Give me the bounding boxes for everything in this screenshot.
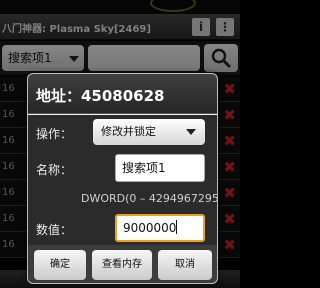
value-field[interactable]: 9000000 — [115, 214, 205, 242]
value-label: 数值： — [36, 223, 73, 237]
cancel-button[interactable]: 取消 — [158, 250, 212, 280]
ok-button[interactable]: 确定 — [34, 250, 86, 280]
edit-address-dialog: 地址：45080628 操作： 修改并锁定 名称： 搜索项1 DWORD(0 –… — [27, 73, 218, 284]
value-field-value: 9000000 — [123, 221, 177, 235]
dialog-header: 地址：45080628 — [28, 74, 217, 114]
name-field-value: 搜索项1 — [122, 161, 166, 175]
view-memory-button[interactable]: 查看内存 — [92, 250, 152, 280]
operation-value: 修改并锁定 — [101, 125, 156, 138]
name-label: 名称： — [36, 163, 73, 177]
text-caret — [176, 220, 178, 234]
operation-label: 操作： — [36, 127, 73, 141]
operation-select[interactable]: 修改并锁定 — [93, 119, 205, 145]
dialog-button-bar: 确定 查看内存 取消 — [28, 245, 217, 283]
name-field[interactable]: 搜索项1 — [115, 154, 205, 182]
dialog-body: 操作： 修改并锁定 名称： 搜索项1 DWORD(0 – 4294967295)… — [28, 115, 218, 245]
dialog-title: 地址：45080628 — [36, 87, 165, 105]
type-range-hint: DWORD(0 – 4294967295) — [81, 192, 218, 205]
chevron-down-icon — [186, 129, 196, 135]
